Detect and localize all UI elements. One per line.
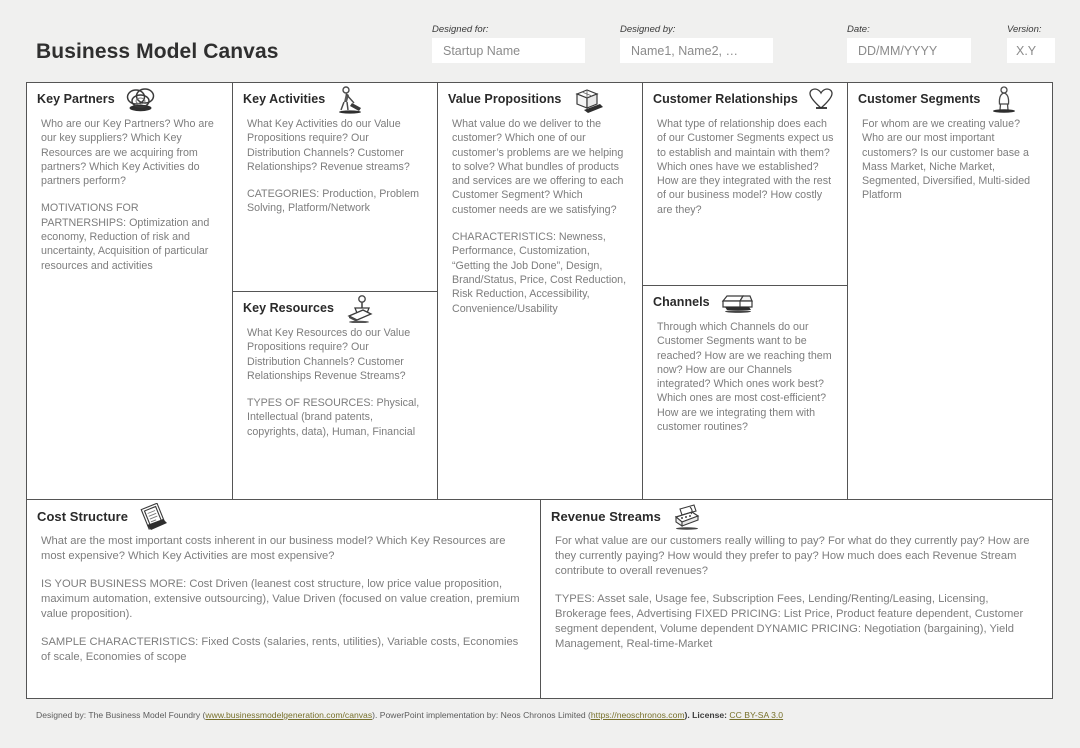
block-header-key-partners: Key Partners	[27, 83, 232, 117]
block-title-revenue-streams: Revenue Streams	[551, 509, 661, 524]
block-title-value-propositions: Value Propositions	[448, 92, 562, 106]
block-body-key-partners: Who are our Key Partners? Who are our ke…	[27, 117, 232, 273]
block-title-cost-structure: Cost Structure	[37, 509, 128, 524]
block-body-customer-segments: For whom are we creating value? Who are …	[848, 117, 1052, 203]
designed-for-label: Designed for:	[432, 24, 489, 35]
block-title-key-activities: Key Activities	[243, 92, 326, 106]
truck-icon	[719, 289, 757, 315]
block-body-key-activities: What Key Activities do our Value Proposi…	[233, 117, 437, 216]
version-input[interactable]: X.Y	[1007, 38, 1055, 63]
block-title-customer-relationships: Customer Relationships	[653, 92, 798, 106]
block-title-key-partners: Key Partners	[37, 92, 115, 106]
customer-segments-paragraph-1: For whom are we creating value? Who are …	[862, 118, 1031, 202]
key-partners-paragraph-2: MOTIVATIONS FOR PARTNERSHIPS: Optimizati…	[41, 202, 210, 272]
page-title: Business Model Canvas	[36, 40, 279, 63]
key-partners-paragraph-1: Who are our Key Partners? Who are our ke…	[41, 118, 214, 188]
key-activities-paragraph-2: CATEGORIES: Production, Problem Solving,…	[247, 188, 420, 215]
canvas-grid: Key Partners Who are our Key Partners? W…	[26, 82, 1053, 699]
block-body-key-resources: What Key Resources do our Value Proposit…	[233, 326, 437, 439]
footer-prefix: Designed by: The Business Model Foundry …	[36, 710, 206, 720]
block-header-key-activities: Key Activities	[233, 83, 437, 117]
block-header-value-propositions: Value Propositions	[438, 83, 642, 117]
key-resources-paragraph-1: What Key Resources do our Value Proposit…	[247, 327, 411, 382]
block-body-revenue-streams: For what value are our customers really …	[541, 534, 1052, 652]
value-propositions-paragraph-2: CHARACTERISTICS: Newness, Performance, C…	[452, 231, 627, 315]
footer-link-businessmodelgeneration[interactable]: www.businessmodelgeneration.com/canvas	[205, 710, 372, 720]
footer-link-neoschronos[interactable]: https://neoschronos.com	[591, 710, 685, 720]
block-channels[interactable]: Channels Through which Channels do our C…	[643, 286, 848, 500]
heart-icon	[807, 86, 835, 112]
key-activities-paragraph-1: What Key Activities do our Value Proposi…	[247, 118, 410, 173]
block-title-channels: Channels	[653, 295, 710, 309]
canvas-header: Business Model Canvas Designed for: Star…	[0, 0, 1080, 80]
version-label: Version:	[1007, 24, 1042, 35]
block-header-customer-segments: Customer Segments	[848, 83, 1052, 117]
cost-structure-paragraph-3: SAMPLE CHARACTERISTICS: Fixed Costs (sal…	[41, 636, 519, 663]
footer-link-license[interactable]: CC BY-SA 3.0	[729, 710, 783, 720]
worker-sweeping-icon	[334, 86, 366, 114]
block-revenue-streams[interactable]: Revenue Streams For what value are our c…	[541, 500, 1052, 698]
invoice-papers-icon	[137, 503, 173, 533]
value-propositions-paragraph-1: What value do we deliver to the customer…	[452, 118, 624, 216]
block-body-customer-relationships: What type of relationship does each of o…	[643, 117, 847, 217]
gift-package-icon	[570, 86, 604, 114]
designed-by-label: Designed by:	[620, 24, 676, 35]
block-header-revenue-streams: Revenue Streams	[541, 500, 1052, 534]
date-field-group: Date: DD/MM/YYYY	[847, 24, 971, 63]
block-body-channels: Through which Channels do our Customer S…	[643, 320, 847, 434]
block-header-key-resources: Key Resources	[233, 292, 437, 326]
version-field-group: Version: X.Y	[1007, 24, 1055, 63]
block-key-partners[interactable]: Key Partners Who are our Key Partners? W…	[27, 83, 233, 500]
block-value-propositions[interactable]: Value Propositions What value do we deli…	[438, 83, 643, 500]
block-title-customer-segments: Customer Segments	[858, 92, 981, 106]
block-body-cost-structure: What are the most important costs inhere…	[27, 534, 540, 665]
designed-by-field-group: Designed by: Name1, Name2, …	[620, 24, 773, 63]
date-label: Date:	[847, 24, 870, 35]
business-model-canvas: Business Model Canvas Designed for: Star…	[0, 0, 1080, 748]
customer-relationships-paragraph-1: What type of relationship does each of o…	[657, 118, 834, 216]
linked-rings-icon	[124, 86, 158, 112]
footer-attribution: Designed by: The Business Model Foundry …	[36, 710, 783, 720]
block-header-customer-relationships: Customer Relationships	[643, 83, 847, 117]
footer-middle: ). PowerPoint implementation by: Neos Ch…	[372, 710, 591, 720]
block-key-resources[interactable]: Key Resources What Key Resources do our …	[233, 292, 438, 500]
block-body-value-propositions: What value do we deliver to the customer…	[438, 117, 642, 316]
cash-register-icon	[670, 503, 704, 533]
channels-paragraph-1: Through which Channels do our Customer S…	[657, 321, 832, 434]
date-input[interactable]: DD/MM/YYYY	[847, 38, 971, 63]
block-title-key-resources: Key Resources	[243, 301, 334, 315]
cost-structure-paragraph-2: IS YOUR BUSINESS MORE: Cost Driven (lean…	[41, 578, 520, 620]
block-header-channels: Channels	[643, 286, 847, 320]
footer-license-label: ). License:	[684, 710, 730, 720]
revenue-streams-paragraph-1: For what value are our customers really …	[555, 535, 1030, 577]
designed-for-input[interactable]: Startup Name	[432, 38, 585, 63]
block-key-activities[interactable]: Key Activities What Key Activities do ou…	[233, 83, 438, 292]
block-customer-relationships[interactable]: Customer Relationships What type of rela…	[643, 83, 848, 286]
block-cost-structure[interactable]: Cost Structure What are the most importa…	[27, 500, 541, 698]
block-header-cost-structure: Cost Structure	[27, 500, 540, 534]
revenue-streams-paragraph-2: TYPES: Asset sale, Usage fee, Subscripti…	[555, 593, 1024, 650]
cost-structure-paragraph-1: What are the most important costs inhere…	[41, 535, 506, 562]
designed-for-field-group: Designed for: Startup Name	[432, 24, 585, 63]
block-customer-segments[interactable]: Customer Segments For whom are we creati…	[848, 83, 1052, 500]
designed-by-input[interactable]: Name1, Name2, …	[620, 38, 773, 63]
key-resources-paragraph-2: TYPES OF RESOURCES: Physical, Intellectu…	[247, 397, 420, 438]
stamp-press-icon	[343, 295, 377, 323]
person-standing-icon	[989, 86, 1019, 114]
